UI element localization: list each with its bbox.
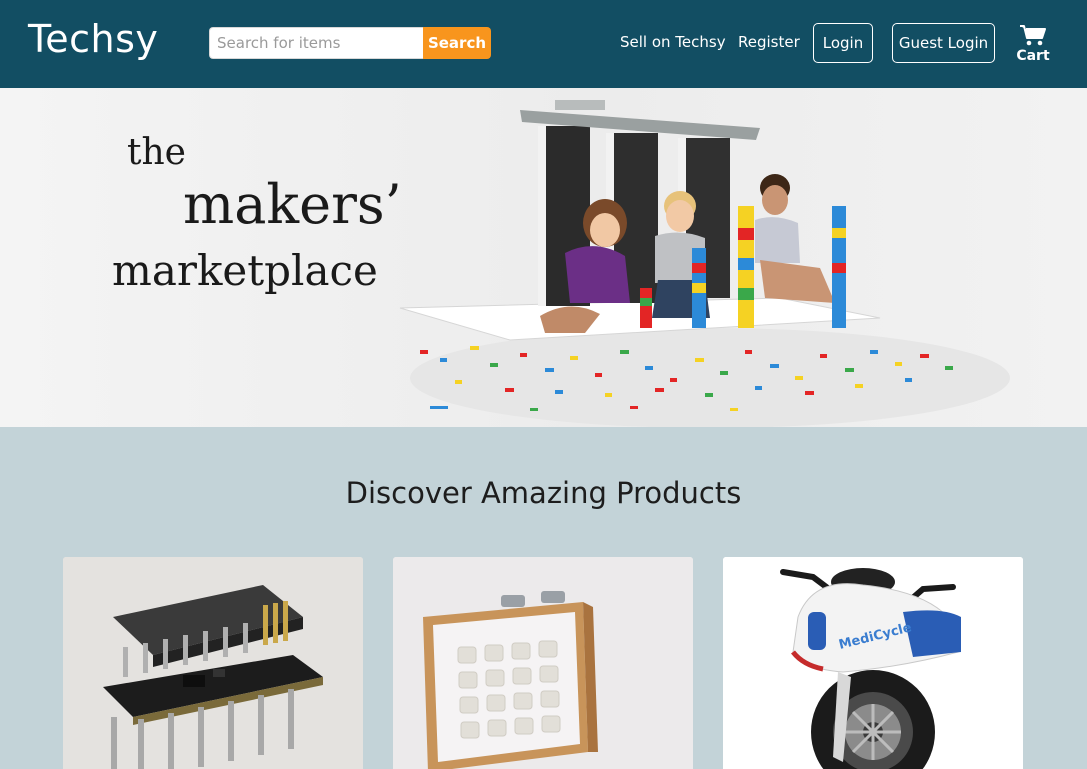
product-card[interactable] (393, 557, 693, 769)
search-button[interactable]: Search (423, 27, 491, 59)
product-image-medicycle: MediCycle (723, 557, 1023, 769)
guest-login-button[interactable]: Guest Login (892, 23, 995, 63)
cart-icon (1013, 24, 1053, 46)
product-card[interactable] (63, 557, 363, 769)
hero-photo-kids-lego (399, 100, 1010, 427)
search-input[interactable] (209, 27, 424, 59)
product-image-button-box (393, 557, 693, 769)
hero-tagline-makers: makers’ (183, 173, 402, 236)
cart-button[interactable]: Cart (1013, 24, 1053, 70)
cart-label: Cart (1016, 48, 1050, 64)
register-link[interactable]: Register (738, 33, 800, 51)
hero-banner: the makers’ marketplace (0, 88, 1087, 427)
product-image-microcontroller (63, 557, 363, 769)
sell-on-techsy-link[interactable]: Sell on Techsy (620, 33, 726, 51)
navbar: Techsy Search Sell on Techsy Register Lo… (0, 0, 1087, 88)
login-button[interactable]: Login (813, 23, 873, 63)
product-card[interactable]: MediCycle (723, 557, 1023, 769)
hero-tagline-marketplace: marketplace (112, 246, 378, 295)
techsy-logo[interactable]: Techsy (28, 17, 158, 61)
hero-tagline-the: the (127, 132, 186, 173)
section-title: Discover Amazing Products (345, 476, 742, 510)
